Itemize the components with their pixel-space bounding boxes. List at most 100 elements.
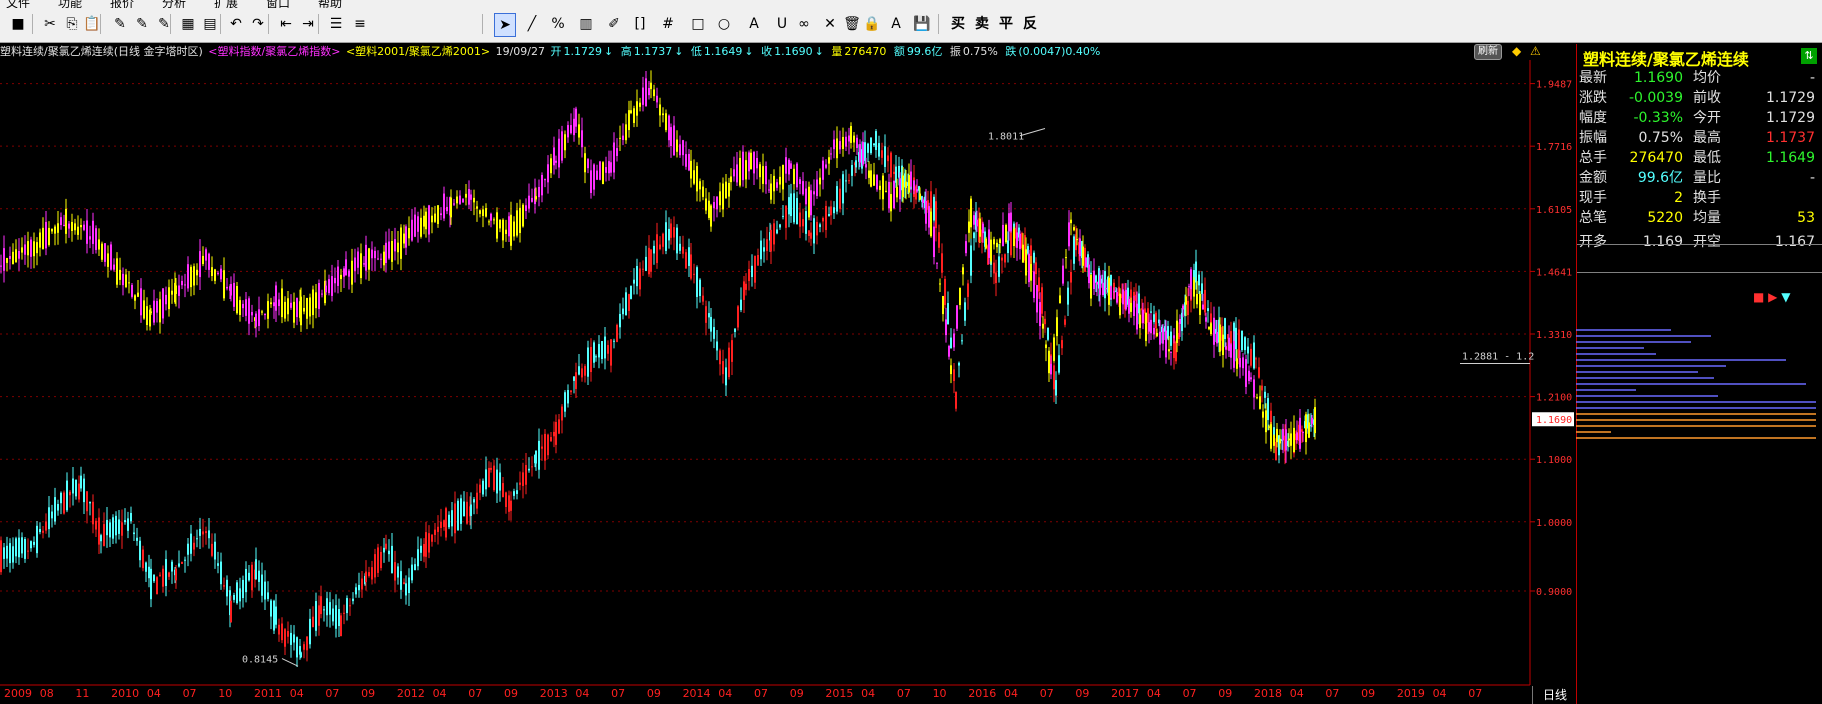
align-icon[interactable]: ≡ bbox=[350, 13, 370, 35]
date-axis-label: 08 bbox=[39, 687, 54, 700]
candle-body bbox=[463, 501, 465, 517]
candle-body bbox=[193, 266, 195, 286]
candle-body bbox=[725, 181, 727, 199]
candle-body bbox=[1122, 289, 1124, 305]
candle-body bbox=[1264, 391, 1266, 398]
menu-item-2[interactable]: 报价 bbox=[110, 0, 134, 8]
refresh-button[interactable]: 刷新 bbox=[1474, 44, 1502, 60]
circle-icon[interactable]: ○ bbox=[714, 13, 734, 35]
date-axis-label: 11 bbox=[75, 687, 90, 700]
candle-body bbox=[397, 566, 399, 578]
menu-item-6[interactable]: 帮助 bbox=[318, 0, 342, 8]
draw-tool-3-icon[interactable]: ✎ bbox=[154, 13, 174, 35]
candle-body bbox=[1250, 348, 1252, 366]
magnet-icon[interactable]: U bbox=[772, 13, 792, 35]
candle-body bbox=[873, 174, 875, 186]
grid-icon[interactable]: # bbox=[658, 13, 678, 35]
diamond-icon[interactable]: ◆ bbox=[1512, 44, 1521, 58]
panel-toggle-icon[interactable]: ⇅ bbox=[1801, 48, 1817, 64]
trade-button-0[interactable]: 买 bbox=[948, 13, 968, 35]
candle-body bbox=[1230, 344, 1232, 358]
bracket-icon[interactable]: [] bbox=[630, 13, 650, 35]
draw-tool-2-icon[interactable]: ✎ bbox=[132, 13, 152, 35]
redo-icon[interactable]: ↷ bbox=[248, 13, 268, 35]
cursor-icon[interactable]: ➤ bbox=[494, 13, 516, 37]
candle-body bbox=[1019, 233, 1021, 249]
candle-body bbox=[290, 302, 292, 308]
candle-body bbox=[716, 341, 718, 351]
candle-body bbox=[590, 346, 592, 373]
candle-body bbox=[988, 229, 990, 258]
candle-body bbox=[394, 239, 396, 252]
delete-icon[interactable]: ✕ bbox=[820, 13, 840, 35]
candle-body bbox=[1279, 438, 1281, 444]
font-color-icon[interactable]: A bbox=[886, 13, 906, 35]
menu-item-0[interactable]: 文件 bbox=[6, 0, 30, 8]
candle-body bbox=[408, 577, 410, 594]
menu-item-4[interactable]: 扩展 bbox=[214, 0, 238, 8]
candle-body bbox=[782, 215, 784, 217]
candle-body bbox=[930, 211, 932, 237]
save-template-icon[interactable]: 💾 bbox=[912, 13, 932, 35]
outdent-icon[interactable]: ⇥ bbox=[298, 13, 318, 35]
candle-body bbox=[1255, 358, 1257, 360]
panel-tool-icons[interactable]: ■ ▶ ▼ bbox=[1753, 290, 1790, 304]
candle-body bbox=[830, 153, 832, 155]
trade-button-1[interactable]: 卖 bbox=[972, 13, 992, 35]
candle-body bbox=[553, 147, 555, 166]
candle-body bbox=[710, 316, 712, 332]
undo-icon[interactable]: ↶ bbox=[226, 13, 246, 35]
trade-button-3[interactable]: 反 bbox=[1020, 13, 1040, 35]
candle-body bbox=[913, 180, 915, 191]
indent-icon[interactable]: ⇤ bbox=[276, 13, 296, 35]
candle-body bbox=[965, 241, 967, 254]
candle-body bbox=[365, 244, 367, 271]
percent-icon[interactable]: % bbox=[548, 13, 568, 35]
menu-item-1[interactable]: 功能 bbox=[58, 0, 82, 8]
save-icon[interactable]: ■ bbox=[8, 13, 28, 35]
candle-body bbox=[245, 299, 247, 316]
copy-icon[interactable]: ⎘ bbox=[62, 13, 82, 35]
candle-body bbox=[896, 186, 898, 198]
candle-body bbox=[938, 232, 940, 248]
menu-item-5[interactable]: 窗口 bbox=[266, 0, 290, 8]
candle-body bbox=[414, 564, 416, 571]
draw-tool-1-icon[interactable]: ✎ bbox=[110, 13, 130, 35]
chart-tool-1-icon[interactable]: ▦ bbox=[178, 13, 198, 35]
chart-tool-2-icon[interactable]: ▤ bbox=[200, 13, 220, 35]
ruler-icon[interactable]: ▥ bbox=[576, 13, 596, 35]
candle-body bbox=[287, 631, 289, 637]
pen-icon[interactable]: ✐ bbox=[604, 13, 624, 35]
candle-body bbox=[18, 250, 20, 259]
date-axis-label: 09 bbox=[1075, 687, 1090, 700]
cut-icon[interactable]: ✂ bbox=[40, 13, 60, 35]
index-label[interactable]: <塑料指数/聚氯乙烯指数> bbox=[208, 45, 340, 58]
candle-body bbox=[1090, 274, 1092, 299]
line-icon[interactable]: ╱ bbox=[522, 13, 542, 35]
candle-body bbox=[885, 190, 887, 192]
candle-body bbox=[156, 577, 158, 595]
candle-body bbox=[561, 406, 563, 421]
candle-body bbox=[766, 239, 768, 251]
contract-label[interactable]: <塑料2001/聚氯乙烯2001> bbox=[346, 45, 490, 58]
chain-icon[interactable]: ∞ bbox=[794, 13, 814, 35]
candle-body bbox=[33, 541, 35, 545]
trade-button-2[interactable]: 平 bbox=[996, 13, 1016, 35]
candle-body bbox=[916, 189, 918, 192]
warning-icon[interactable]: ⚠ bbox=[1530, 44, 1541, 58]
candle-body bbox=[57, 504, 59, 511]
list-icon[interactable]: ☰ bbox=[326, 13, 346, 35]
lock-icon[interactable]: 🔒 bbox=[862, 13, 882, 35]
period-tab-daily[interactable]: 日线 bbox=[1532, 686, 1577, 704]
candle-body bbox=[1248, 370, 1250, 381]
text-a-icon[interactable]: A bbox=[744, 13, 764, 35]
price-chart[interactable]: 1.9487 1.7716 1.6105 1.4641 1.3310 1.2100 1.10… bbox=[0, 60, 1580, 690]
trash-icon[interactable]: 🗑 bbox=[842, 13, 862, 35]
candle-body bbox=[942, 296, 944, 315]
rectangle-icon[interactable]: □ bbox=[688, 13, 708, 35]
menu-item-3[interactable]: 分析 bbox=[162, 0, 186, 8]
price-tick-label: 1.0000 bbox=[1536, 518, 1572, 529]
paste-icon[interactable]: 📋 bbox=[82, 13, 102, 35]
candle-body bbox=[340, 615, 342, 637]
candle-body bbox=[296, 637, 298, 658]
